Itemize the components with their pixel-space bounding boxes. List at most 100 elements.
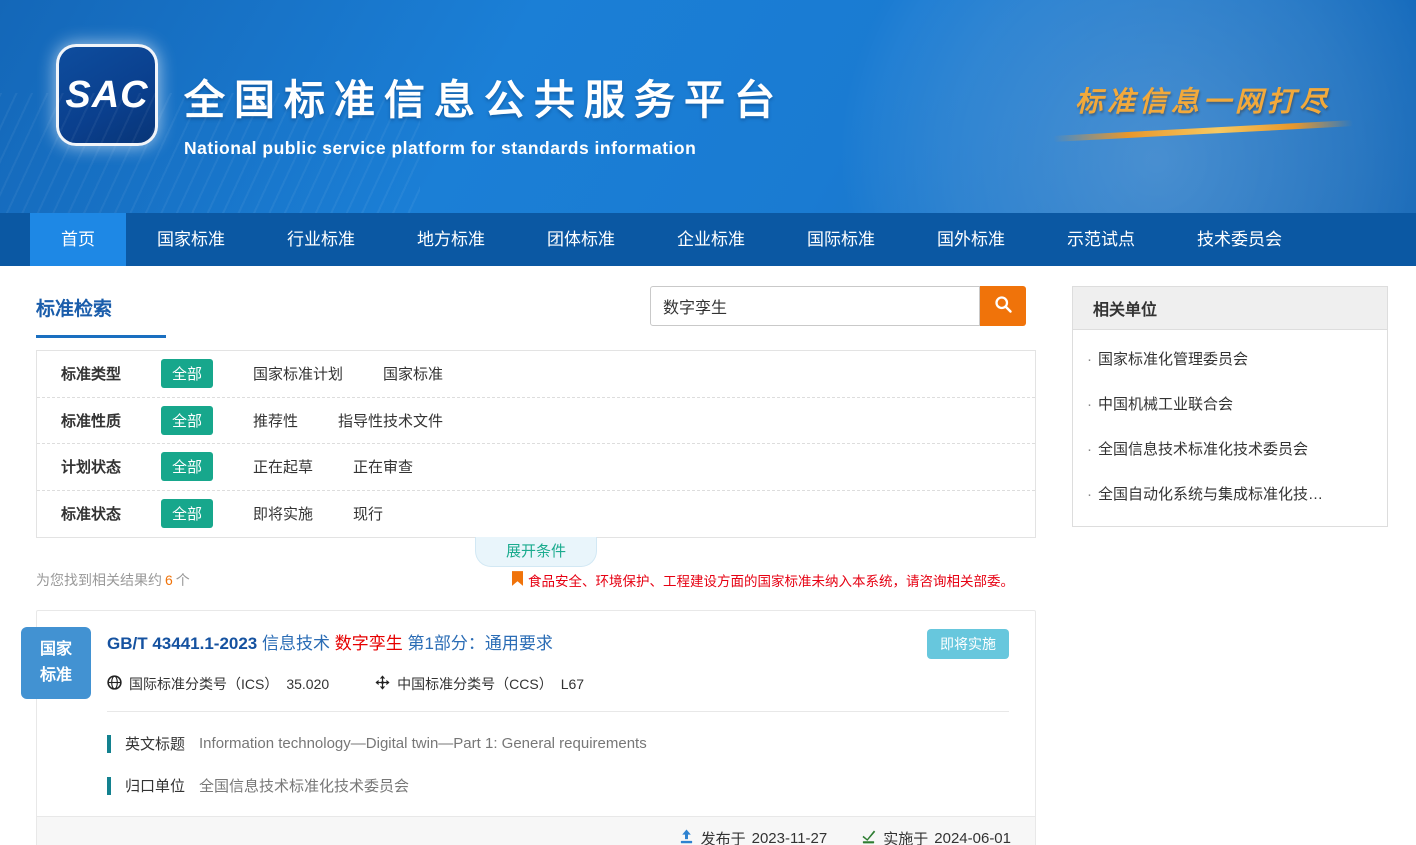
filter-option[interactable]: 国家标准计划 (253, 363, 343, 384)
search-button[interactable] (980, 286, 1026, 326)
nav-item-enterprise-standards[interactable]: 企业标准 (646, 213, 776, 266)
nav-item-technical-committees[interactable]: 技术委员会 (1166, 213, 1313, 266)
published-date: 发布于 2023-11-27 (679, 828, 828, 845)
ics-label: 国际标准分类号（ICS） (129, 674, 278, 694)
nav-item-group-standards[interactable]: 团体标准 (516, 213, 646, 266)
related-unit-link[interactable]: ·中国机械工业联合会 (1073, 381, 1387, 426)
filter-label: 计划状态 (61, 456, 161, 477)
teal-bar (107, 777, 111, 795)
card-meta-row: 国际标准分类号（ICS） 35.020 中国标准分类号（CCS） L67 (107, 674, 1009, 694)
committee-row: 归口单位 全国信息技术标准化技术委员会 (107, 775, 1009, 796)
filter-option[interactable]: 推荐性 (253, 410, 298, 431)
ccs-meta: 中国标准分类号（CCS） L67 (375, 674, 584, 694)
filter-option[interactable]: 即将实施 (253, 503, 313, 524)
standard-code: GB/T 43441.1-2023 (107, 634, 257, 653)
filter-option[interactable]: 现行 (353, 503, 383, 524)
main-nav: 首页 国家标准 行业标准 地方标准 团体标准 企业标准 国际标准 国外标准 示范… (0, 213, 1416, 266)
bookmark-icon (512, 571, 528, 589)
site-titles: 全国标准信息公共服务平台 National public service pla… (184, 66, 784, 159)
ics-meta: 国际标准分类号（ICS） 35.020 (107, 674, 329, 694)
filter-row-standard-type: 标准类型 全部 国家标准计划 国家标准 (37, 351, 1035, 398)
ccs-label: 中国标准分类号（CCS） (397, 674, 553, 694)
item-bullet: · (1087, 486, 1092, 503)
filter-all-badge[interactable]: 全部 (161, 359, 213, 388)
item-bullet: · (1087, 351, 1092, 368)
related-units-panel: 相关单位 ·国家标准化管理委员会 ·中国机械工业联合会 ·全国信息技术标准化技术… (1072, 286, 1388, 527)
sac-logo-text: SAC (65, 74, 148, 117)
nav-item-international-standards[interactable]: 国际标准 (776, 213, 906, 266)
implemented-date: 实施于 2024-06-01 (861, 828, 1011, 845)
implement-check-icon (861, 829, 883, 845)
filter-option[interactable]: 国家标准 (383, 363, 443, 384)
related-unit-link[interactable]: ·国家标准化管理委员会 (1073, 336, 1387, 381)
filter-option[interactable]: 正在审查 (353, 456, 413, 477)
standard-title-highlight: 数字孪生 (335, 634, 403, 653)
published-date-value: 2023-11-27 (752, 830, 828, 845)
related-unit-link[interactable]: ·全国信息技术标准化技术委员会 (1073, 426, 1387, 471)
english-title-row: 英文标题 Information technology—Digital twin… (107, 733, 1009, 754)
nav-item-local-standards[interactable]: 地方标准 (386, 213, 516, 266)
standard-title-part1: 信息技术 (262, 634, 330, 653)
section-title-standard-search: 标准检索 (36, 286, 166, 338)
related-unit-link[interactable]: ·全国自动化系统与集成标准化技… (1073, 471, 1387, 516)
committee-value: 全国信息技术标准化技术委员会 (199, 775, 409, 796)
nav-item-foreign-standards[interactable]: 国外标准 (906, 213, 1036, 266)
header-slogan: 标准信息一网打尽 (1038, 80, 1368, 120)
standard-title-link[interactable]: GB/T 43441.1-2023 信息技术 数字孪生 第1部分：通用要求 (107, 629, 553, 654)
standard-title-part2: 第1部分：通用要求 (407, 634, 552, 653)
system-notice: 食品安全、环境保护、工程建设方面的国家标准未纳入本系统，请咨询相关部委。 (512, 570, 1014, 590)
header-slogan-wrap: 标准信息一网打尽 (1038, 80, 1368, 134)
item-bullet: · (1087, 396, 1092, 413)
implemented-date-value: 2024-06-01 (934, 830, 1011, 845)
filter-option[interactable]: 指导性技术文件 (338, 410, 443, 431)
standard-type-badge: 国家标准 (21, 627, 91, 699)
status-badge: 即将实施 (927, 629, 1009, 659)
expand-conditions-button[interactable]: 展开条件 (475, 537, 597, 567)
filter-all-badge[interactable]: 全部 (161, 499, 213, 528)
search-section: 标准检索 (36, 286, 1036, 346)
sac-logo[interactable]: SAC (56, 44, 158, 146)
filter-row-standard-nature: 标准性质 全部 推荐性 指导性技术文件 (37, 398, 1035, 445)
nav-item-national-standards[interactable]: 国家标准 (126, 213, 256, 266)
filter-option[interactable]: 正在起草 (253, 456, 313, 477)
slogan-underline (1053, 120, 1353, 142)
site-title: 全国标准信息公共服务平台 (184, 66, 784, 126)
filter-row-plan-status: 计划状态 全部 正在起草 正在审查 (37, 444, 1035, 491)
filter-all-badge[interactable]: 全部 (161, 406, 213, 435)
nav-item-home[interactable]: 首页 (30, 213, 126, 266)
card-body: GB/T 43441.1-2023 信息技术 数字孪生 第1部分：通用要求 即将… (37, 611, 1035, 816)
notice-text: 食品安全、环境保护、工程建设方面的国家标准未纳入本系统，请咨询相关部委。 (528, 570, 1014, 590)
site-subtitle: National public service platform for sta… (184, 138, 784, 159)
sidebar-column: 相关单位 ·国家标准化管理委员会 ·中国机械工业联合会 ·全国信息技术标准化技术… (1072, 286, 1388, 845)
page-content: 标准检索 标准类型 全部 国家标准计划 国家标准 标准性质 全部 (0, 266, 1416, 845)
english-title-value: Information technology—Digital twin—Part… (199, 735, 647, 752)
filter-label: 标准状态 (61, 503, 161, 524)
filter-label: 标准性质 (61, 410, 161, 431)
search-icon (993, 294, 1014, 318)
related-units-list: ·国家标准化管理委员会 ·中国机械工业联合会 ·全国信息技术标准化技术委员会 ·… (1073, 330, 1387, 526)
card-title-row: GB/T 43441.1-2023 信息技术 数字孪生 第1部分：通用要求 即将… (107, 629, 1009, 659)
filter-label: 标准类型 (61, 363, 161, 384)
main-column: 标准检索 标准类型 全部 国家标准计划 国家标准 标准性质 全部 (36, 286, 1036, 845)
filter-row-standard-status: 标准状态 全部 即将实施 现行 (37, 491, 1035, 538)
filter-all-badge[interactable]: 全部 (161, 452, 213, 481)
item-bullet: · (1087, 441, 1092, 458)
standard-result-card: 国家标准 GB/T 43441.1-2023 信息技术 数字孪生 第1部分：通用… (36, 610, 1036, 845)
committee-label: 归口单位 (125, 775, 185, 796)
ics-value: 35.020 (286, 676, 329, 692)
teal-bar (107, 735, 111, 753)
nav-item-industry-standards[interactable]: 行业标准 (256, 213, 386, 266)
card-footer: 发布于 2023-11-27 实施于 2024-06-01 (37, 816, 1035, 845)
results-count-number: 6 (165, 572, 173, 588)
expand-wrap: 展开条件 (36, 538, 1036, 564)
site-header: SAC 全国标准信息公共服务平台 National public service… (0, 0, 1416, 213)
related-units-title: 相关单位 (1073, 287, 1387, 330)
results-info-row: 为您找到相关结果约6个 食品安全、环境保护、工程建设方面的国家标准未纳入本系统，… (36, 570, 1036, 590)
results-count: 为您找到相关结果约6个 (36, 570, 190, 590)
search-input[interactable] (650, 286, 980, 326)
english-title-label: 英文标题 (125, 733, 185, 754)
nav-item-pilot[interactable]: 示范试点 (1036, 213, 1166, 266)
compass-icon (375, 675, 397, 693)
ccs-value: L67 (561, 676, 584, 692)
globe-icon (107, 675, 129, 693)
